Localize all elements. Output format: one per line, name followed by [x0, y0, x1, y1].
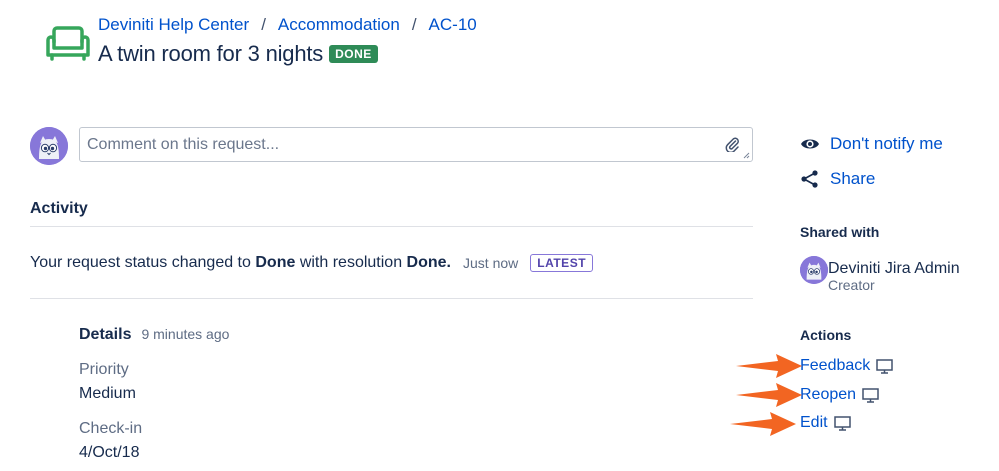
event-resolution: Done.: [406, 254, 451, 271]
eye-icon: [801, 139, 819, 149]
event-status: Done: [255, 254, 296, 271]
shared-with-heading: Shared with: [800, 224, 880, 240]
shared-user-text: Deviniti Jira Admin: [828, 256, 960, 277]
actions-heading: Actions: [800, 327, 852, 343]
shared-user: Deviniti Jira Admin: [800, 256, 960, 284]
divider: [30, 298, 753, 299]
attachment-icon[interactable]: [724, 136, 740, 152]
edit-label: Edit: [800, 414, 828, 431]
activity-heading: Activity: [30, 200, 88, 217]
breadcrumb-separator: /: [261, 15, 266, 34]
monitor-icon: [876, 358, 894, 374]
latest-badge: LATEST: [530, 254, 594, 272]
comment-box: [79, 127, 753, 162]
shared-user-role: Creator: [828, 277, 875, 293]
arrow-annotation-icon: [736, 354, 802, 378]
dont-notify-label: Don't notify me: [830, 134, 943, 153]
breadcrumb-issue-key[interactable]: AC-10: [429, 15, 477, 34]
details-title: Details: [79, 326, 132, 343]
sofa-icon: [46, 26, 90, 61]
activity-event: Your request status changed to Done with…: [30, 254, 594, 272]
title-row: A twin room for 3 nights DONE: [98, 41, 378, 67]
event-timestamp: Just now: [463, 255, 519, 271]
reopen-action[interactable]: Reopen: [800, 386, 879, 404]
divider: [30, 226, 753, 227]
monitor-icon: [862, 387, 879, 403]
monitor-icon: [833, 415, 851, 431]
resize-grip-icon[interactable]: [743, 152, 750, 159]
field-value-priority: Medium: [79, 385, 136, 402]
avatar: [30, 127, 68, 165]
reopen-label: Reopen: [800, 386, 857, 403]
edit-action[interactable]: Edit: [800, 414, 851, 432]
field-label-check-in: Check-in: [79, 420, 143, 437]
field-label-priority: Priority: [79, 361, 129, 378]
breadcrumb: Deviniti Help Center / Accommodation / AC-10: [98, 15, 477, 35]
arrow-annotation-icon: [736, 383, 802, 407]
breadcrumb-help-center[interactable]: Deviniti Help Center: [98, 15, 249, 34]
feedback-action[interactable]: Feedback: [800, 357, 894, 375]
details-timestamp: 9 minutes ago: [141, 326, 230, 342]
page-title: A twin room for 3 nights: [98, 41, 324, 66]
comment-input[interactable]: [80, 128, 710, 161]
share-label: Share: [830, 169, 876, 188]
share-button[interactable]: Share: [800, 169, 875, 189]
feedback-label: Feedback: [800, 357, 871, 374]
event-text-middle: with resolution: [299, 254, 403, 271]
share-icon: [801, 170, 818, 188]
field-value-check-in: 4/Oct/18: [79, 444, 140, 461]
dont-notify-button[interactable]: Don't notify me: [800, 134, 943, 154]
avatar: [800, 256, 828, 284]
breadcrumb-accommodation[interactable]: Accommodation: [278, 15, 400, 34]
arrow-annotation-icon: [730, 412, 796, 436]
breadcrumb-separator: /: [411, 15, 417, 34]
details-heading: Details 9 minutes ago: [79, 326, 229, 344]
event-text: Your request status changed to: [30, 254, 251, 271]
shared-user-name: Deviniti Jira Admin: [828, 260, 960, 277]
status-badge: DONE: [329, 45, 378, 63]
